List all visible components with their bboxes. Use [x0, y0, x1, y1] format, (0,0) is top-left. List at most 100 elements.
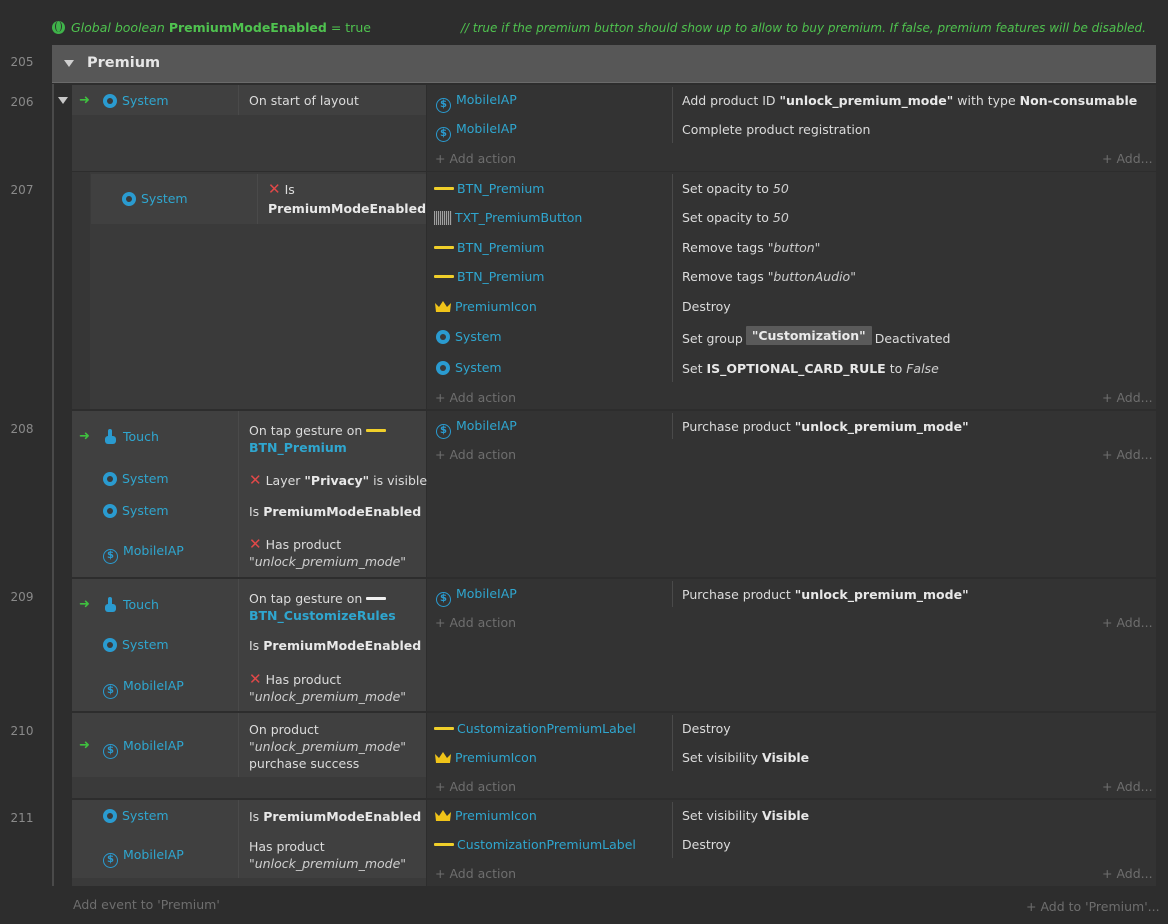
- add-more-link[interactable]: + Add...: [1102, 779, 1153, 794]
- event-208-actions: [427, 411, 1156, 577]
- group-header-premium[interactable]: Premium: [52, 45, 1156, 83]
- text-object-icon: [434, 211, 452, 225]
- action-text[interactable]: Set visibility Visible: [682, 808, 809, 823]
- add-more-link[interactable]: + Add...: [1102, 866, 1153, 881]
- action-object: TXT_PremiumButton: [434, 210, 582, 225]
- line-number: 207: [10, 183, 34, 197]
- condition-object-link[interactable]: BTN_CustomizeRules: [249, 608, 396, 623]
- action-text[interactable]: Set visibility Visible: [682, 750, 809, 765]
- crown-icon: [435, 810, 451, 821]
- condition-text: Is PremiumModeEnabled: [249, 638, 422, 653]
- condition-text: "unlock_premium_mode": [249, 739, 407, 754]
- condition-object: $ MobileIAP: [103, 678, 184, 699]
- add-action-link[interactable]: + Add action: [435, 866, 516, 881]
- condition-text: ✕ Has product: [249, 535, 342, 553]
- global-variable-comment: // true if the premium button should sho…: [460, 21, 1146, 35]
- globe-icon: [52, 21, 65, 34]
- touch-hand-icon: [105, 597, 117, 612]
- touch-hand-icon: [105, 429, 117, 444]
- sprite-bar-icon: [434, 187, 454, 190]
- action-object: $ MobileIAP: [436, 586, 517, 607]
- gear-icon: [122, 192, 136, 206]
- action-text[interactable]: Set opacity to 50: [682, 181, 789, 196]
- add-action-link[interactable]: + Add action: [435, 779, 516, 794]
- crown-icon: [435, 752, 451, 763]
- sprite-bar-icon: [434, 727, 454, 730]
- dollar-circle-icon: $: [436, 127, 451, 142]
- condition-text: Has product: [249, 839, 325, 854]
- trigger-arrow-icon: ➜: [79, 93, 90, 108]
- x-mark-icon: ✕: [249, 535, 262, 553]
- action-text[interactable]: Set group "Customization" Deactivated: [682, 326, 951, 346]
- action-object: CustomizationPremiumLabel: [434, 721, 636, 736]
- global-variable-name: PremiumModeEnabled: [168, 20, 327, 35]
- add-more-link[interactable]: + Add...: [1102, 151, 1153, 166]
- action-text[interactable]: Destroy: [682, 299, 731, 314]
- x-mark-icon: ✕: [268, 180, 281, 198]
- collapse-triangle-icon[interactable]: [64, 60, 74, 67]
- dollar-circle-icon: $: [103, 684, 118, 699]
- condition-text: "unlock_premium_mode": [249, 554, 407, 569]
- action-object: BTN_Premium: [434, 269, 544, 284]
- condition-text: purchase success: [249, 756, 360, 771]
- condition-object: System: [103, 808, 169, 823]
- group-param[interactable]: "Customization": [745, 326, 872, 345]
- action-text[interactable]: Complete product registration: [682, 122, 870, 137]
- add-event-link[interactable]: Add event to 'Premium': [73, 897, 220, 912]
- condition-object: $ MobileIAP: [103, 738, 184, 759]
- add-action-link[interactable]: + Add action: [435, 615, 516, 630]
- gear-icon: [103, 94, 117, 108]
- add-to-group-link[interactable]: + Add to 'Premium'...: [1026, 899, 1160, 914]
- condition-object: System: [122, 191, 188, 206]
- action-object: CustomizationPremiumLabel: [434, 837, 636, 852]
- dollar-circle-icon: $: [103, 744, 118, 759]
- condition-text: "unlock_premium_mode": [249, 856, 407, 871]
- sprite-bar-icon: [434, 843, 454, 846]
- condition-text: ✕ Is: [268, 180, 295, 198]
- action-text[interactable]: Purchase product "unlock_premium_mode": [682, 419, 969, 434]
- condition-text: "unlock_premium_mode": [249, 689, 407, 704]
- global-variable-row[interactable]: Global boolean PremiumModeEnabled = true…: [52, 18, 1156, 40]
- trigger-arrow-icon: ➜: [79, 429, 90, 444]
- dollar-circle-icon: $: [103, 549, 118, 564]
- action-text[interactable]: Purchase product "unlock_premium_mode": [682, 587, 969, 602]
- gear-icon: [103, 472, 117, 486]
- condition-text: Is PremiumModeEnabled: [249, 504, 422, 519]
- action-text[interactable]: Destroy: [682, 721, 731, 736]
- gear-icon: [103, 809, 117, 823]
- sprite-bar-icon: [366, 597, 387, 600]
- global-variable-value: = true: [330, 20, 371, 35]
- action-text[interactable]: Remove tags "button": [682, 240, 820, 255]
- line-number: 205: [10, 55, 34, 69]
- group-title: Premium: [87, 55, 161, 71]
- action-text[interactable]: Set opacity to 50: [682, 210, 789, 225]
- action-text[interactable]: Add product ID "unlock_premium_mode" wit…: [682, 93, 1137, 108]
- action-text[interactable]: Set IS_OPTIONAL_CARD_RULE to False: [682, 361, 939, 376]
- event-sheet: Global boolean PremiumModeEnabled = true…: [0, 0, 1168, 924]
- condition-text: On tap gesture on: [249, 591, 387, 606]
- add-more-link[interactable]: + Add...: [1102, 447, 1153, 462]
- global-variable-declaration: Global boolean PremiumModeEnabled = true: [52, 20, 371, 35]
- gear-icon: [436, 330, 450, 344]
- sprite-bar-icon: [366, 429, 387, 432]
- condition-object: Touch: [105, 597, 159, 612]
- line-number: 210: [10, 724, 34, 738]
- action-text[interactable]: Destroy: [682, 837, 731, 852]
- add-more-link[interactable]: + Add...: [1102, 615, 1153, 630]
- line-number: 206: [10, 95, 34, 109]
- action-object: System: [436, 360, 502, 375]
- sprite-bar-icon: [434, 246, 454, 249]
- condition-object: System: [103, 503, 169, 518]
- add-action-link[interactable]: + Add action: [435, 151, 516, 166]
- x-mark-icon: ✕: [249, 670, 262, 688]
- action-text[interactable]: Remove tags "buttonAudio": [682, 269, 856, 284]
- add-action-link[interactable]: + Add action: [435, 447, 516, 462]
- condition-object-link[interactable]: BTN_Premium: [249, 440, 347, 455]
- add-more-link[interactable]: + Add...: [1102, 390, 1153, 405]
- condition-text: On start of layout: [249, 93, 359, 108]
- condition-object: Touch: [105, 429, 159, 444]
- add-action-link[interactable]: + Add action: [435, 390, 516, 405]
- condition-object: System: [103, 637, 169, 652]
- line-number: 211: [10, 811, 34, 825]
- expand-triangle-icon[interactable]: [58, 97, 68, 104]
